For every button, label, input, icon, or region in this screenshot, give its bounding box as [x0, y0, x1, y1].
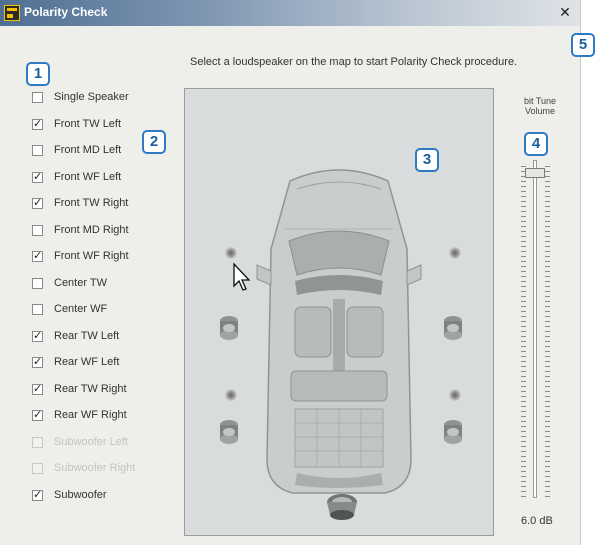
slider-rail	[533, 160, 537, 498]
checkbox[interactable]: ✓	[32, 169, 43, 183]
speaker-checkbox-item[interactable]: ✓ Rear TW Right	[32, 382, 172, 398]
app-icon	[4, 5, 20, 21]
checkmark-icon: ✓	[33, 328, 43, 342]
checkbox-label: Subwoofer Left	[54, 435, 128, 448]
checkbox-label: Front MD Right	[54, 223, 129, 236]
speaker-checkbox-item[interactable]: ✓ Front WF Left	[32, 170, 172, 186]
speaker-checkbox-item[interactable]: ✓ Subwoofer	[32, 488, 172, 504]
close-button[interactable]: ✕	[556, 4, 574, 22]
checkmark-icon: ✓	[33, 381, 43, 395]
rear-tw-right-speaker[interactable]	[449, 389, 461, 401]
checkbox-label: Rear WF Right	[54, 409, 127, 421]
volume-heading-line1: bit Tune	[523, 96, 557, 106]
speaker-checkbox-item[interactable]: Front MD Right	[32, 223, 172, 239]
checkbox[interactable]	[32, 92, 43, 103]
checkbox-label: Subwoofer	[54, 488, 107, 501]
checkbox	[32, 463, 43, 474]
checkbox[interactable]	[32, 145, 43, 156]
car-top-view-icon	[256, 169, 422, 494]
volume-heading: bit Tune Volume	[510, 96, 570, 116]
checkbox-label: Front TW Left	[54, 117, 122, 130]
speaker-checkbox-item: Subwoofer Left	[32, 435, 172, 451]
slider-thumb[interactable]	[525, 168, 545, 178]
checkbox[interactable]: ✓	[32, 249, 43, 262]
checkbox-label: Front WF Left	[54, 170, 122, 183]
speaker-checkbox-item[interactable]: Center WF	[32, 302, 172, 318]
rear-wf-left-speaker[interactable]	[218, 419, 240, 445]
title-bar: Polarity Check ✕	[0, 0, 580, 26]
speaker-checkbox-item[interactable]: Single Speaker	[32, 90, 172, 106]
checkmark-icon: ✓	[33, 196, 43, 209]
speaker-checkbox-item[interactable]: Center TW	[32, 276, 172, 292]
checkbox-label: Rear TW Right	[54, 382, 127, 395]
checkbox[interactable]	[32, 224, 43, 236]
checkmark-icon: ✓	[33, 408, 43, 421]
front-wf-left-speaker[interactable]	[218, 315, 240, 341]
checkbox[interactable]: ✓	[32, 408, 43, 421]
slider-ticks-right	[545, 166, 550, 498]
checkbox[interactable]: ✓	[32, 116, 43, 130]
checkbox-label: Center TW	[54, 276, 107, 289]
checkbox[interactable]: ✓	[32, 381, 43, 395]
checkbox[interactable]: ✓	[32, 196, 43, 209]
speaker-checkbox-item[interactable]: ✓ Front TW Right	[32, 196, 172, 212]
subwoofer-speaker[interactable]	[326, 493, 358, 523]
checkbox-label: Rear TW Left	[54, 329, 120, 342]
volume-heading-line2: Volume	[524, 106, 556, 116]
checkbox-label: Front WF Right	[54, 250, 129, 262]
speaker-checkbox-item[interactable]: ✓ Front WF Right	[32, 249, 172, 265]
window-title: Polarity Check	[24, 5, 108, 19]
checkbox-label: Front TW Right	[54, 197, 129, 209]
callout-badge-2: 2	[142, 130, 166, 154]
slider-ticks-left	[521, 166, 526, 498]
mouse-pointer-icon	[233, 262, 251, 291]
instruction-text: Select a loudspeaker on the map to start…	[190, 56, 518, 68]
checkbox[interactable]	[32, 304, 43, 315]
checkbox	[32, 436, 43, 448]
speaker-map[interactable]	[184, 88, 494, 536]
checkbox[interactable]: ✓	[32, 487, 43, 501]
callout-badge-3: 3	[415, 148, 439, 172]
callout-badge-4: 4	[524, 132, 548, 156]
checkbox[interactable]	[32, 277, 43, 289]
speaker-checkbox-item[interactable]: ✓ Rear TW Left	[32, 329, 172, 345]
checkbox-label: Single Speaker	[54, 91, 129, 103]
checkmark-icon: ✓	[33, 355, 43, 368]
volume-value: 6.0 dB	[521, 515, 553, 527]
volume-slider[interactable]	[518, 160, 554, 500]
rear-tw-left-speaker[interactable]	[225, 389, 237, 401]
front-tw-left-speaker[interactable]	[225, 247, 237, 259]
callout-badge-1: 1	[26, 62, 50, 86]
speaker-checkbox-item[interactable]: ✓ Rear WF Left	[32, 355, 172, 371]
checkmark-icon: ✓	[33, 116, 43, 130]
callout-badge-5: 5	[571, 33, 595, 57]
checkbox-label: Center WF	[54, 303, 108, 315]
checkmark-icon: ✓	[33, 249, 43, 262]
front-wf-right-speaker[interactable]	[442, 315, 464, 341]
speaker-checkbox-item[interactable]: ✓ Rear WF Right	[32, 408, 172, 424]
checkbox[interactable]: ✓	[32, 328, 43, 342]
checkmark-icon: ✓	[33, 169, 43, 183]
checkbox-label: Front MD Left	[54, 144, 122, 156]
checkbox[interactable]: ✓	[32, 355, 43, 368]
speaker-checkbox-item: Subwoofer Right	[32, 461, 172, 477]
checkmark-icon: ✓	[33, 487, 43, 501]
checkbox-label: Rear WF Left	[54, 356, 120, 368]
polarity-check-window: Polarity Check ✕ Select a loudspeaker on…	[0, 0, 581, 545]
front-tw-right-speaker[interactable]	[449, 247, 461, 259]
rear-wf-right-speaker[interactable]	[442, 419, 464, 445]
checkbox-label: Subwoofer Right	[54, 462, 136, 474]
